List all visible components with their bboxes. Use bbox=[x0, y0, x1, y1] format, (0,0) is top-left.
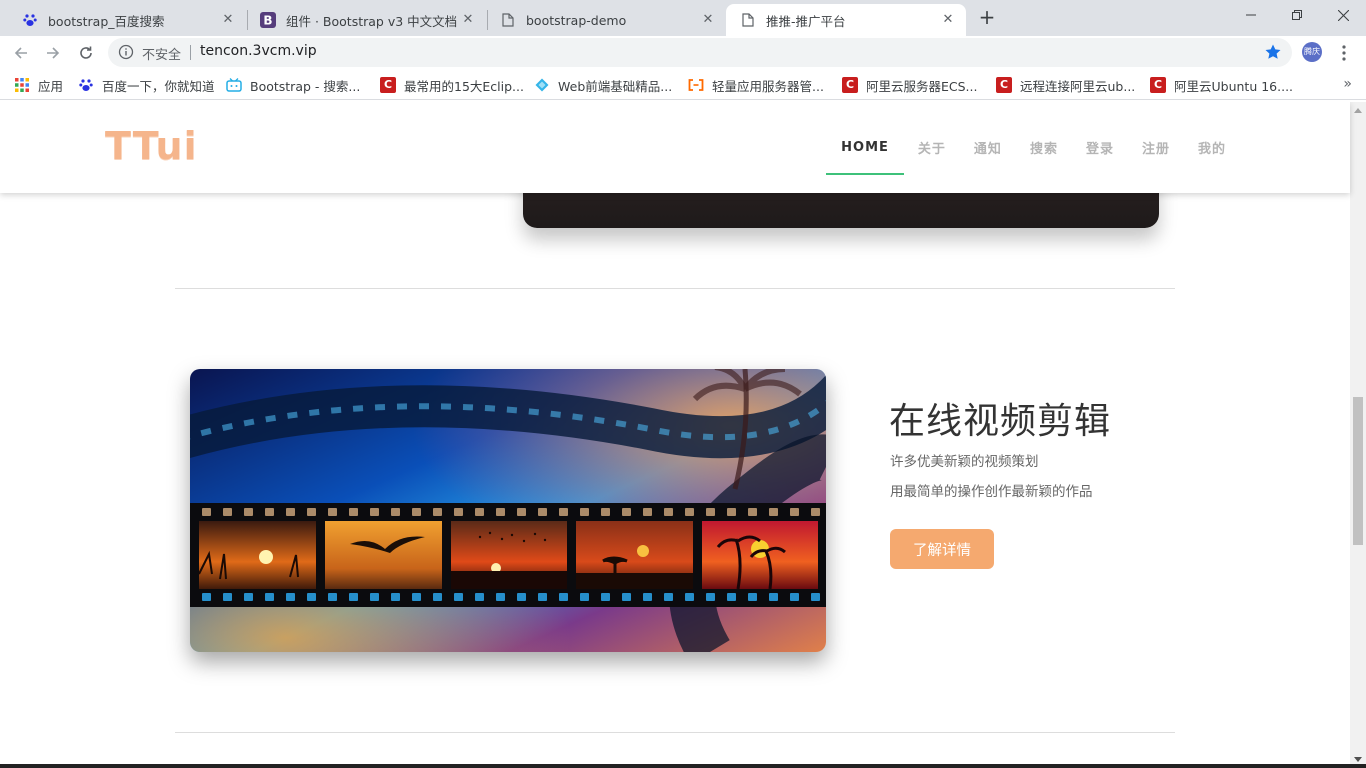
site-logo[interactable]: TTui bbox=[105, 124, 198, 168]
bilibili-tv-icon bbox=[226, 77, 242, 93]
document-icon bbox=[740, 12, 756, 28]
feature-description-line: 许多优美新颖的视频策划 bbox=[890, 454, 1039, 470]
bookmark-star-icon[interactable] bbox=[1264, 43, 1282, 61]
bookmark-label: Bootstrap - 搜索... bbox=[250, 78, 361, 94]
film-strip-image bbox=[190, 369, 826, 652]
minimize-icon[interactable] bbox=[1228, 0, 1274, 30]
tab-active-promo[interactable]: 推推-推广平台 ✕ bbox=[726, 4, 966, 36]
tab-close-icon[interactable]: ✕ bbox=[460, 12, 476, 28]
tab-bootstrap-demo[interactable]: bootstrap-demo ✕ bbox=[486, 4, 726, 36]
bookmark-label: Web前端基础精品... bbox=[558, 78, 673, 94]
svg-text:B: B bbox=[263, 14, 272, 28]
close-window-icon[interactable] bbox=[1320, 0, 1366, 30]
nav-home[interactable]: HOME bbox=[826, 102, 904, 193]
bookmark-label: 阿里云Ubuntu 16.... bbox=[1174, 78, 1294, 94]
site-navbar: TTui HOME 关于 通知 搜索 登录 注册 我的 bbox=[0, 102, 1350, 193]
kebab-menu-icon[interactable] bbox=[1336, 44, 1352, 62]
document-icon bbox=[500, 12, 516, 28]
bookmarks-overflow-icon[interactable]: » bbox=[1343, 76, 1352, 92]
bookmark-label: 远程连接阿里云ub... bbox=[1020, 78, 1136, 94]
reload-icon[interactable] bbox=[73, 40, 99, 66]
bookmark-aliyun-ubuntu[interactable]: C 阿里云Ubuntu 16.... bbox=[1150, 76, 1293, 94]
bookmark-remote-aliyun[interactable]: C 远程连接阿里云ub... bbox=[996, 76, 1135, 94]
bookmark-bootstrap-search[interactable]: Bootstrap - 搜索... bbox=[226, 76, 360, 94]
csdn-c-icon: C bbox=[996, 77, 1012, 93]
bookmark-label: 百度一下，你就知道 bbox=[102, 78, 215, 94]
scrollbar-thumb[interactable] bbox=[1353, 397, 1363, 545]
nav-search[interactable]: 搜索 bbox=[1016, 102, 1072, 193]
tab-close-icon[interactable]: ✕ bbox=[220, 12, 236, 28]
baidu-paw-icon bbox=[78, 77, 94, 93]
info-icon[interactable] bbox=[118, 44, 134, 60]
feature-description-line: 用最简单的操作创作最新颖的作品 bbox=[890, 484, 1093, 500]
bookmarks-bar: 应用 百度一下，你就知道 Bootstrap - 搜索... C 最常用的15大… bbox=[0, 70, 1366, 100]
bookmark-label: 阿里云服务器ECS... bbox=[866, 78, 978, 94]
back-arrow-icon[interactable] bbox=[8, 40, 34, 66]
bookmark-label: 最常用的15大Eclip... bbox=[404, 78, 524, 94]
nav-about[interactable]: 关于 bbox=[904, 102, 960, 193]
address-divider bbox=[190, 45, 191, 60]
csdn-c-icon: C bbox=[842, 77, 858, 93]
aliyun-bracket-icon bbox=[688, 77, 704, 93]
tab-baidu-search[interactable]: bootstrap_百度搜索 ✕ bbox=[8, 4, 246, 36]
tab-bootstrap-docs[interactable]: B 组件 · Bootstrap v3 中文文档 ✕ bbox=[246, 4, 486, 36]
section-divider bbox=[175, 732, 1175, 733]
section-divider bbox=[175, 288, 1175, 289]
bookmark-eclipse[interactable]: C 最常用的15大Eclip... bbox=[380, 76, 524, 94]
tab-close-icon[interactable]: ✕ bbox=[940, 12, 956, 28]
tab-close-icon[interactable]: ✕ bbox=[700, 12, 716, 28]
learn-more-button[interactable]: 了解详情 bbox=[890, 529, 994, 569]
bookmark-web-frontend[interactable]: Web前端基础精品... bbox=[534, 76, 672, 94]
nav-mine[interactable]: 我的 bbox=[1184, 102, 1240, 193]
bookmark-apps[interactable]: 应用 bbox=[14, 76, 63, 94]
bookmark-label: 轻量应用服务器管... bbox=[712, 78, 824, 94]
tab-strip: bootstrap_百度搜索 ✕ B 组件 · Bootstrap v3 中文文… bbox=[0, 0, 1366, 36]
bookmark-baidu[interactable]: 百度一下，你就知道 bbox=[78, 76, 215, 94]
bootstrap-b-icon: B bbox=[260, 12, 276, 28]
feature-title: 在线视频剪辑 bbox=[889, 401, 1112, 442]
site-nav-links: HOME 关于 通知 搜索 登录 注册 我的 bbox=[826, 102, 1240, 193]
diamond-icon bbox=[534, 77, 550, 93]
baidu-paw-icon bbox=[22, 12, 38, 28]
csdn-c-icon: C bbox=[380, 77, 396, 93]
bookmark-aliyun-ecs[interactable]: C 阿里云服务器ECS... bbox=[842, 76, 977, 94]
scroll-down-arrow-icon[interactable] bbox=[1354, 757, 1362, 762]
tab-title: 推推-推广平台 bbox=[766, 13, 846, 29]
apps-grid-icon bbox=[14, 77, 30, 93]
url-text[interactable]: tencon.3vcm.vip bbox=[200, 43, 317, 59]
nav-notice[interactable]: 通知 bbox=[960, 102, 1016, 193]
bookmark-label: 应用 bbox=[38, 78, 64, 94]
profile-avatar[interactable]: 腾庆 bbox=[1302, 42, 1322, 62]
address-bar[interactable]: 不安全 tencon.3vcm.vip bbox=[108, 38, 1292, 67]
page-viewport: TTui HOME 关于 通知 搜索 登录 注册 我的 在线视频剪辑 许多优美新… bbox=[0, 102, 1366, 768]
nav-login[interactable]: 登录 bbox=[1072, 102, 1128, 193]
page-scrollbar[interactable] bbox=[1350, 102, 1366, 768]
security-status: 不安全 bbox=[142, 48, 182, 63]
csdn-c-icon: C bbox=[1150, 77, 1166, 93]
bookmark-lightweight-server[interactable]: 轻量应用服务器管... bbox=[688, 76, 824, 94]
restore-icon[interactable] bbox=[1274, 0, 1320, 30]
forward-arrow-icon[interactable] bbox=[40, 40, 66, 66]
tab-title: bootstrap-demo bbox=[526, 12, 627, 28]
nav-register[interactable]: 注册 bbox=[1128, 102, 1184, 193]
taskbar-edge bbox=[0, 764, 1366, 768]
tab-title: bootstrap_百度搜索 bbox=[48, 13, 165, 29]
browser-toolbar: 不安全 tencon.3vcm.vip 腾庆 bbox=[0, 36, 1366, 70]
new-tab-button[interactable]: + bbox=[975, 6, 999, 30]
scroll-up-arrow-icon[interactable] bbox=[1354, 108, 1362, 113]
tab-title: 组件 · Bootstrap v3 中文文档 bbox=[286, 13, 458, 29]
